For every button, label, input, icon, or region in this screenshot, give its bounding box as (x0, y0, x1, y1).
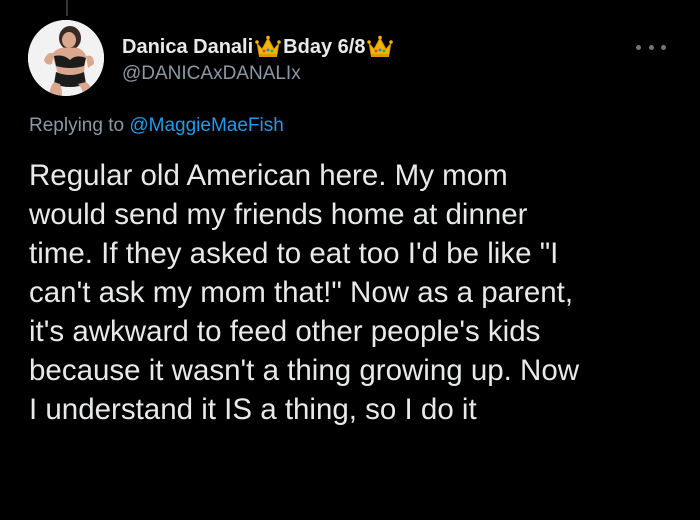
author-display-name[interactable]: Danica Danali (122, 36, 253, 59)
tweet-header: Danica Danali Bday 6/8 @DANICAxDANALIx (122, 33, 640, 85)
more-dot (648, 44, 654, 50)
tweet-text-line: Regular old American here. My mom (29, 159, 508, 192)
crown-icon (255, 35, 281, 57)
tweet-text-line: time. If they asked to eat too I'd be li… (29, 237, 559, 270)
replying-to-line: Replying to @MaggieMaeFish (29, 115, 284, 137)
author-name-row[interactable]: Danica Danali Bday 6/8 (122, 33, 640, 61)
replying-to-label: Replying to (29, 115, 125, 136)
reply-mention-link[interactable]: @MaggieMaeFish (129, 115, 283, 136)
tweet-text: Regular old American here. My mom would … (29, 156, 679, 429)
more-options-icon[interactable] (636, 40, 666, 54)
tweet-text-line: because it wasn't a thing growing up. No… (29, 354, 580, 387)
tweet-text-line: it's awkward to feed other people's kids (29, 315, 541, 348)
tweet-text-line: can't ask my mom that!" Now as a parent, (29, 276, 574, 309)
tweet-text-line: I understand it IS a thing, so I do it (29, 393, 477, 426)
tweet-text-line: would send my friends home at dinner (29, 198, 528, 231)
more-dot (661, 44, 666, 50)
thread-connector-line (66, 0, 68, 16)
author-handle[interactable]: @DANICAxDANALIx (122, 63, 640, 85)
author-birthday-text: Bday 6/8 (283, 35, 366, 58)
profile-photo (28, 20, 104, 96)
avatar[interactable] (28, 20, 104, 96)
more-dot (636, 44, 641, 50)
crown-icon (367, 35, 394, 57)
